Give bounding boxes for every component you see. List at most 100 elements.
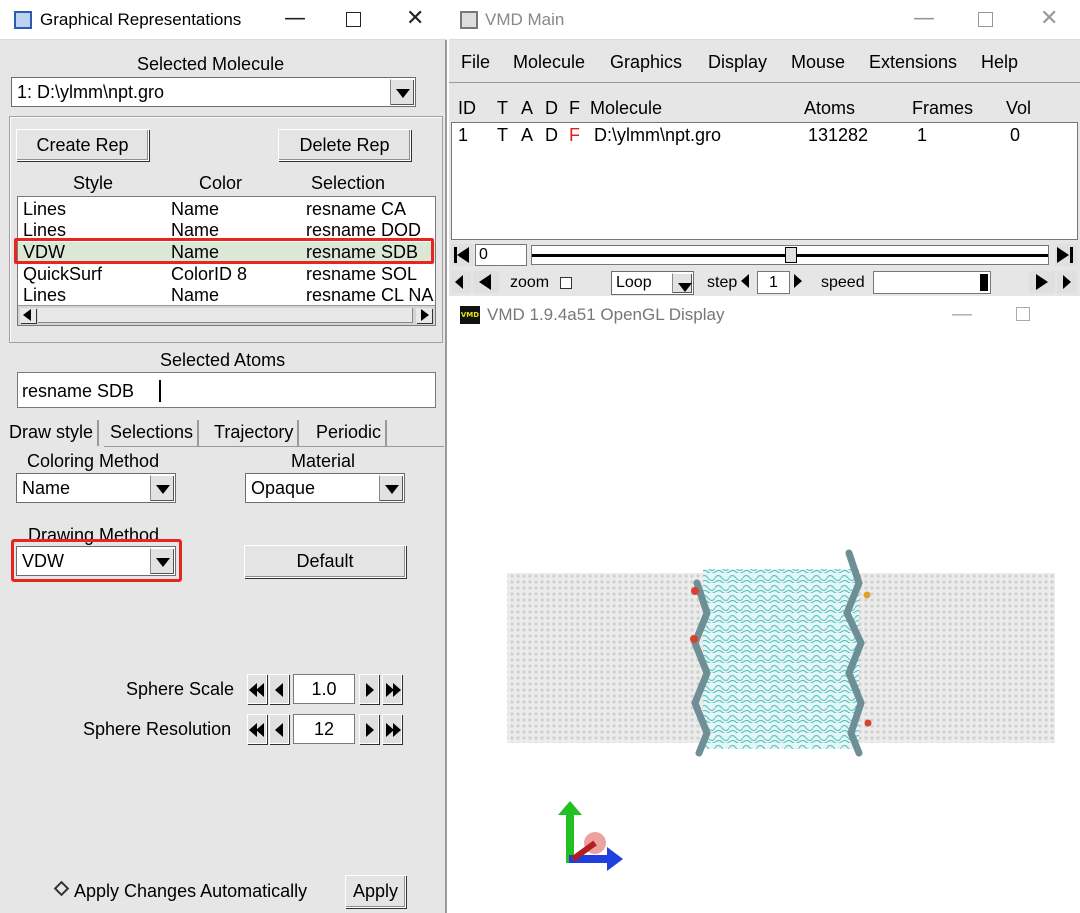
mol-top-flag[interactable]: T bbox=[497, 125, 508, 146]
atom-o bbox=[864, 719, 872, 727]
menu-mouse[interactable]: Mouse bbox=[791, 52, 845, 73]
selected-molecule-select[interactable]: 1: D:\ylmm\npt.gro bbox=[11, 77, 416, 107]
speed-label: speed bbox=[821, 274, 865, 291]
delete-rep-button[interactable]: Delete Rep bbox=[278, 129, 411, 161]
goto-start-icon[interactable] bbox=[451, 244, 473, 266]
sphere-scale-input[interactable]: 1.0 bbox=[293, 674, 355, 704]
step-input[interactable]: 1 bbox=[757, 271, 790, 294]
tab-trajectory[interactable]: Trajectory bbox=[210, 420, 300, 446]
maximize-icon[interactable] bbox=[346, 12, 361, 27]
menu-display[interactable]: Display bbox=[708, 52, 767, 73]
tab-selections[interactable]: Selections bbox=[106, 420, 200, 446]
fast-increment-icon[interactable] bbox=[382, 714, 402, 744]
create-rep-button[interactable]: Create Rep bbox=[16, 129, 149, 161]
tab-draw-style[interactable]: Draw style bbox=[5, 420, 100, 446]
fast-decrement-icon[interactable] bbox=[247, 674, 267, 704]
menu-molecule[interactable]: Molecule bbox=[513, 52, 585, 73]
tab-periodic[interactable]: Periodic bbox=[312, 420, 388, 446]
mol-active-flag[interactable]: A bbox=[521, 125, 533, 146]
title-bar[interactable]: VMD VMD 1.9.4a51 OpenGL Display — bbox=[449, 297, 1080, 333]
mol-name: D:\ylmm\npt.gro bbox=[594, 125, 722, 145]
decrement-icon[interactable] bbox=[269, 674, 289, 704]
loop-select[interactable]: Loop bbox=[611, 271, 694, 295]
apply-button[interactable]: Apply bbox=[345, 875, 406, 908]
maximize-icon[interactable] bbox=[978, 12, 993, 27]
fast-decrement-icon[interactable] bbox=[247, 714, 267, 744]
minimize-icon[interactable]: — bbox=[952, 303, 972, 326]
frame-input[interactable]: 0 bbox=[475, 244, 527, 266]
maximize-icon[interactable] bbox=[1016, 307, 1030, 321]
header-frames: Frames bbox=[912, 98, 974, 118]
opengl-display-window: VMD VMD 1.9.4a51 OpenGL Display — bbox=[449, 297, 1080, 913]
selected-atoms-input[interactable]: resname SDB bbox=[17, 372, 436, 408]
molecule-list: 1 T A D F D:\ylmm\npt.gro 131282 1 0 bbox=[451, 122, 1078, 240]
water-slab-left bbox=[507, 573, 703, 743]
molecule-row[interactable]: 1 T A D F D:\ylmm\npt.gro 131282 1 0 bbox=[452, 125, 1077, 149]
speed-thumb[interactable] bbox=[980, 274, 988, 291]
highlight-box bbox=[11, 539, 182, 582]
play-forward-icon[interactable] bbox=[1029, 271, 1055, 293]
slider-thumb[interactable] bbox=[785, 247, 797, 263]
rep-row[interactable]: Lines Name resname CA bbox=[18, 199, 435, 220]
selected-molecule-value: 1: D:\ylmm\npt.gro bbox=[17, 82, 165, 102]
column-header-style: Style bbox=[73, 173, 114, 193]
speed-slider[interactable] bbox=[873, 271, 991, 294]
menu-help[interactable]: Help bbox=[981, 52, 1018, 73]
fast-increment-icon[interactable] bbox=[382, 674, 402, 704]
sphere-resolution-input[interactable]: 12 bbox=[293, 714, 355, 744]
zoom-checkbox[interactable] bbox=[560, 277, 572, 289]
header-a: A bbox=[521, 98, 534, 118]
text-cursor bbox=[159, 380, 161, 402]
header-atoms: Atoms bbox=[804, 98, 856, 118]
rep-selection: resname SOL bbox=[306, 264, 418, 284]
menu-graphics[interactable]: Graphics bbox=[610, 52, 682, 73]
chevron-down-icon[interactable] bbox=[390, 79, 414, 105]
window-title: VMD Main bbox=[485, 10, 565, 29]
close-icon[interactable]: ✕ bbox=[1040, 6, 1058, 31]
water-slab-right bbox=[859, 573, 1055, 743]
material-select[interactable]: Opaque bbox=[245, 473, 405, 503]
chevron-down-icon[interactable] bbox=[672, 273, 692, 293]
sphere-scale-label: Sphere Scale bbox=[126, 679, 235, 699]
rep-row[interactable]: Lines Name resname CL NA bbox=[18, 285, 435, 306]
highlight-box bbox=[14, 238, 434, 264]
molecular-scene[interactable] bbox=[449, 333, 1080, 913]
step-forward-icon[interactable] bbox=[1057, 271, 1077, 293]
menu-extensions[interactable]: Extensions bbox=[869, 52, 957, 73]
scroll-right-icon[interactable] bbox=[416, 308, 432, 323]
vmd-app-icon: VMD bbox=[460, 306, 480, 324]
increment-icon[interactable] bbox=[359, 674, 379, 704]
goto-end-icon[interactable] bbox=[1055, 244, 1077, 266]
play-reverse-icon[interactable] bbox=[473, 271, 499, 293]
reps-hscrollbar[interactable] bbox=[18, 305, 435, 325]
apply-auto-radio[interactable] bbox=[53, 880, 70, 897]
menu-file[interactable]: File bbox=[461, 52, 490, 73]
mol-vol: 0 bbox=[1010, 125, 1021, 145]
close-icon[interactable]: ✕ bbox=[406, 6, 424, 31]
step-back-icon[interactable] bbox=[451, 271, 471, 293]
mol-fixed-flag[interactable]: F bbox=[569, 125, 580, 146]
rep-row[interactable]: QuickSurf ColorID 8 resname SOL bbox=[18, 264, 435, 285]
step-label: step bbox=[707, 274, 738, 291]
mol-drawn-flag[interactable]: D bbox=[545, 125, 558, 146]
scroll-left-icon[interactable] bbox=[20, 308, 36, 323]
increment-icon[interactable] bbox=[359, 714, 379, 744]
chevron-down-icon[interactable] bbox=[379, 475, 403, 501]
default-button[interactable]: Default bbox=[244, 545, 406, 578]
title-bar[interactable]: VMD Main — ✕ bbox=[449, 0, 1080, 40]
decrement-icon[interactable] bbox=[269, 714, 289, 744]
title-bar[interactable]: Graphical Representations — ✕ bbox=[0, 0, 447, 40]
vmd-main-window: VMD Main — ✕ File Molecule Graphics Disp… bbox=[449, 0, 1080, 296]
scroll-thumb[interactable] bbox=[38, 308, 413, 323]
rep-color: Name bbox=[171, 285, 220, 305]
minimize-icon[interactable]: — bbox=[284, 6, 306, 31]
tab-underline bbox=[104, 446, 444, 447]
coloring-method-select[interactable]: Name bbox=[16, 473, 176, 503]
loop-value: Loop bbox=[616, 274, 652, 291]
frame-slider[interactable] bbox=[531, 245, 1049, 265]
chevron-down-icon[interactable] bbox=[150, 475, 174, 501]
atom-o bbox=[691, 587, 699, 595]
minimize-icon[interactable]: — bbox=[913, 6, 935, 31]
window-title: VMD 1.9.4a51 OpenGL Display bbox=[487, 305, 725, 324]
rep-style: Lines bbox=[23, 285, 67, 305]
